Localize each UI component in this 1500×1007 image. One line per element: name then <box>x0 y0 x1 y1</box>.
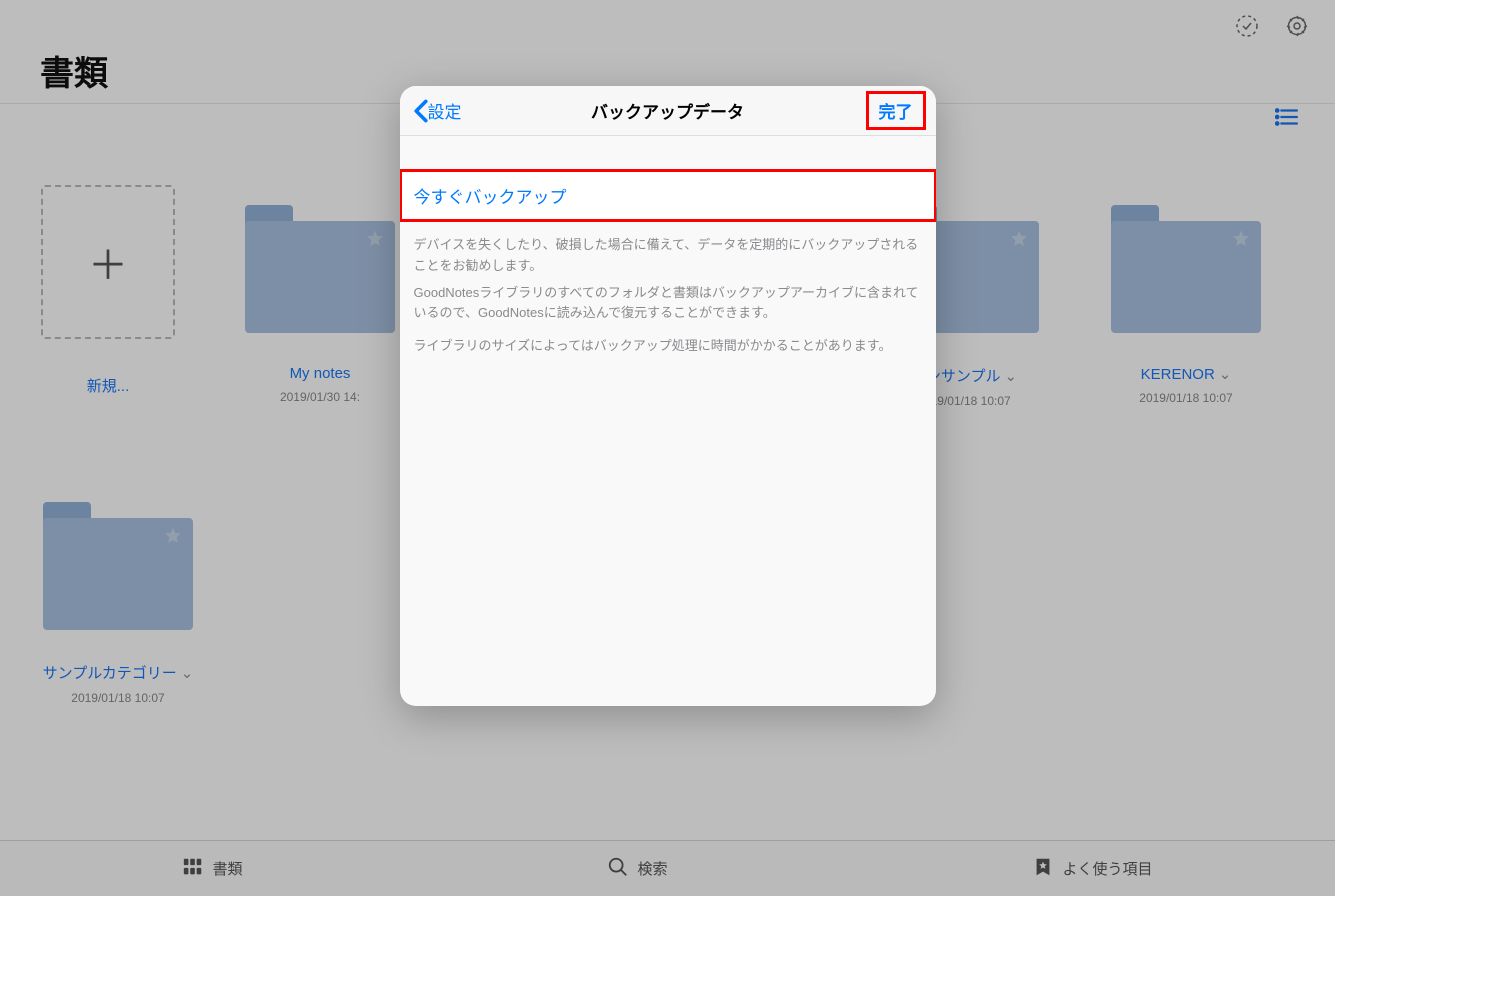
done-button[interactable]: 完了 <box>866 91 926 130</box>
backup-now-button[interactable]: 今すぐバックアップ <box>400 170 936 221</box>
modal-overlay: 設定 バックアップデータ 完了 今すぐバックアップ デバイスを失くしたり、破損し… <box>0 0 1335 896</box>
backup-modal: 設定 バックアップデータ 完了 今すぐバックアップ デバイスを失くしたり、破損し… <box>400 86 936 706</box>
modal-title: バックアップデータ <box>400 98 936 123</box>
back-label: 設定 <box>428 98 462 123</box>
backup-info-text: デバイスを失くしたり、破損した場合に備えて、データを定期的にバックアップされるこ… <box>400 231 936 367</box>
back-button[interactable]: 設定 <box>406 94 468 127</box>
